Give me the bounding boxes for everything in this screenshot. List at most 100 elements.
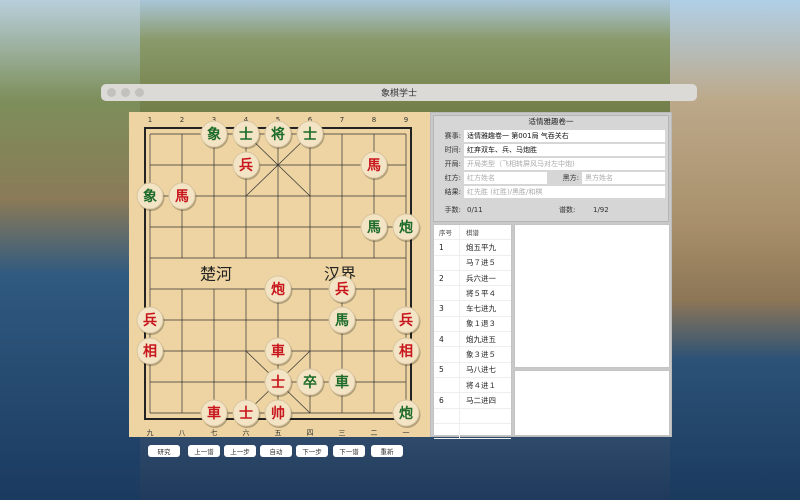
next-step-button[interactable]: 下一步 <box>296 445 328 457</box>
window-titlebar[interactable]: 象棋学士 <box>101 84 697 101</box>
column-number-top: 9 <box>404 116 408 124</box>
chess-board[interactable]: 1 2 3 4 5 6 7 8 9 九八七六五四三二一楚河 汉界象士将士兵馬象馬馬炮炮兵兵馬兵相車相… <box>129 112 430 437</box>
piece-red[interactable]: 馬 <box>168 182 197 211</box>
piece-label: 兵 <box>239 157 253 174</box>
piece-red[interactable]: 士 <box>232 399 261 428</box>
move-text: 象１退３ <box>466 319 496 329</box>
opening-label: 开局: <box>444 160 461 168</box>
piece-label: 兵 <box>335 281 349 298</box>
event-label: 赛事: <box>444 132 461 140</box>
move-row[interactable]: 象１退３ <box>434 316 511 333</box>
piece-black[interactable]: 象 <box>200 120 229 149</box>
move-list[interactable]: 序号 棋谱 1 炮五平九 马７进５ 2 兵六进一 将５平４ 3 车七进九 象１退３ 4 炮九进五 象３进… <box>433 224 512 440</box>
column-number-top: 8 <box>372 116 376 124</box>
move-row[interactable] <box>434 423 511 440</box>
move-row[interactable]: 将５平４ <box>434 286 511 302</box>
piece-black[interactable]: 卒 <box>296 368 325 397</box>
piece-red[interactable]: 車 <box>200 399 229 428</box>
river-text-left: 楚河 <box>200 265 232 284</box>
piece-red[interactable]: 兵 <box>232 151 261 180</box>
board-svg[interactable]: 1 2 3 4 5 6 7 8 9九八七六五四三二一楚河 汉界象士将士兵 馬象 馬馬 炮炮 兵兵馬兵相車相… <box>129 112 430 437</box>
desktop-wallpaper <box>0 0 140 500</box>
black-label: 黑方: <box>562 174 579 182</box>
move-row[interactable]: 3 车七进九 <box>434 301 511 317</box>
move-number <box>434 347 460 362</box>
zoom-button[interactable] <box>135 88 144 97</box>
piece-black[interactable]: 将 <box>264 120 293 149</box>
piece-black[interactable]: 士 <box>296 120 325 149</box>
move-number <box>434 286 460 301</box>
column-number-top: 1 <box>148 116 152 124</box>
piece-black[interactable]: 車 <box>328 368 357 397</box>
piece-red[interactable]: 帅 <box>264 399 293 428</box>
move-row[interactable]: 6 马二进四 <box>434 393 511 409</box>
record-value: 1/92 <box>593 206 609 214</box>
move-row[interactable]: 4 炮九进五 <box>434 332 511 348</box>
piece-red[interactable]: 相 <box>392 337 421 366</box>
event-field[interactable]: 适情雅趣卷一 第001局 气吞关右 <box>464 130 665 142</box>
prev-record-button[interactable]: 上一谱 <box>188 445 220 457</box>
move-text: 将５平４ <box>466 288 496 298</box>
move-text: 马二进四 <box>466 395 496 405</box>
piece-red[interactable]: 馬 <box>360 151 389 180</box>
move-text: 象３进５ <box>466 350 496 360</box>
next-record-button[interactable]: 下一谱 <box>333 445 365 457</box>
piece-black[interactable]: 炮 <box>392 213 421 242</box>
piece-label: 将 <box>271 126 285 143</box>
piece-label: 帅 <box>271 405 285 422</box>
piece-red[interactable]: 士 <box>264 368 293 397</box>
piece-red[interactable]: 兵 <box>136 306 165 335</box>
move-row[interactable]: 2 兵六进一 <box>434 270 511 287</box>
move-text: 马八进七 <box>466 365 496 375</box>
piece-label: 士 <box>303 126 317 143</box>
move-text: 车七进九 <box>466 304 496 314</box>
move-row[interactable]: 1 炮五平九 <box>434 240 511 256</box>
piece-label: 車 <box>335 374 349 391</box>
info-header: 适情雅趣卷一 <box>528 117 574 126</box>
move-row[interactable]: 将４进１ <box>434 377 511 394</box>
piece-label: 炮 <box>271 281 285 298</box>
notes-area[interactable] <box>514 370 670 436</box>
time-field[interactable]: 红弃双车、兵、马炮胜 <box>464 144 665 156</box>
move-number <box>434 377 460 393</box>
move-row[interactable]: 马７进５ <box>434 255 511 271</box>
piece-red[interactable]: 車 <box>264 337 293 366</box>
column-number-top: 7 <box>340 116 344 124</box>
move-text: 马７进５ <box>466 258 496 268</box>
piece-red[interactable]: 兵 <box>392 306 421 335</box>
move-row[interactable] <box>434 408 511 424</box>
moves-count-value: 0/11 <box>467 206 483 214</box>
minimize-button[interactable] <box>121 88 130 97</box>
move-row[interactable]: 象３进５ <box>434 347 511 363</box>
result-field[interactable]: 红先胜 (红胜)/黑胜/和棋 <box>464 186 665 198</box>
piece-label: 炮 <box>399 219 413 236</box>
move-text: 炮五平九 <box>466 242 496 252</box>
research-button[interactable]: 研究 <box>148 445 180 457</box>
piece-black[interactable]: 炮 <box>392 399 421 428</box>
record-label: 谱数: <box>559 206 576 214</box>
window-title: 象棋学士 <box>380 89 417 99</box>
restart-button[interactable]: 重新 <box>371 445 403 457</box>
close-button[interactable] <box>107 88 116 97</box>
prev-step-button[interactable]: 上一步 <box>224 445 256 457</box>
red-label: 红方: <box>444 174 461 182</box>
opening-field[interactable]: 开局类型（飞相转屏风马对左中炮) <box>464 158 665 170</box>
piece-label: 馬 <box>367 158 381 174</box>
comment-area[interactable] <box>514 224 670 368</box>
piece-black[interactable]: 士 <box>232 120 261 149</box>
piece-black[interactable]: 象 <box>136 182 165 211</box>
time-label: 时间: <box>444 146 461 154</box>
auto-button[interactable]: 自动 <box>260 445 292 457</box>
piece-black[interactable]: 馬 <box>360 213 389 242</box>
piece-red[interactable]: 炮 <box>264 275 293 304</box>
column-number-top: 2 <box>180 116 184 124</box>
red-name-field[interactable]: 红方姓名 <box>464 172 547 184</box>
piece-red[interactable]: 相 <box>136 337 165 366</box>
move-number: 6 <box>434 393 460 408</box>
piece-label: 炮 <box>399 405 413 422</box>
window-controls <box>107 88 144 97</box>
move-row[interactable]: 5 马八进七 <box>434 362 511 378</box>
piece-label: 車 <box>207 405 221 422</box>
black-name-field[interactable]: 黑方姓名 <box>582 172 665 184</box>
piece-black[interactable]: 馬 <box>328 306 357 335</box>
